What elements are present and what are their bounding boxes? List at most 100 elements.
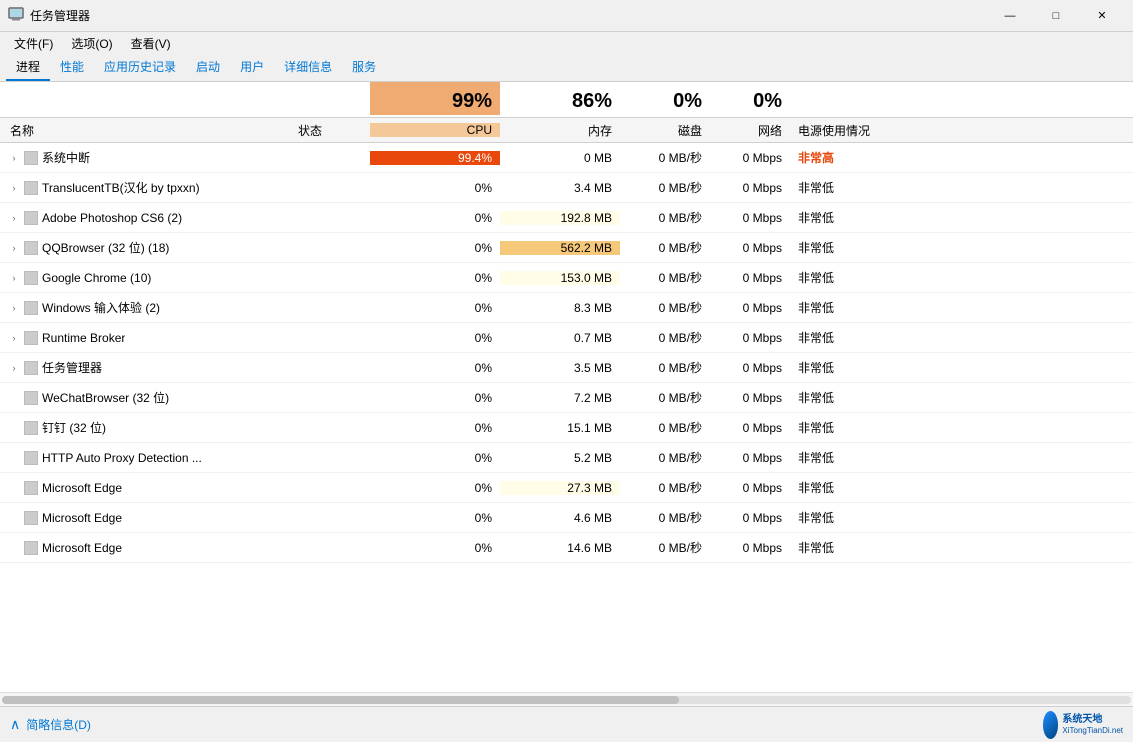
col-header-network[interactable]: 网络 xyxy=(710,122,790,139)
tab-startup[interactable]: 启动 xyxy=(186,54,230,81)
table-row[interactable]: › Google Chrome (10) 0% 153.0 MB 0 MB/秒 … xyxy=(0,263,1133,293)
table-row[interactable]: WeChatBrowser (32 位) 0% 7.2 MB 0 MB/秒 0 … xyxy=(0,383,1133,413)
table-row[interactable]: › Windows 输入体验 (2) 0% 8.3 MB 0 MB/秒 0 Mb… xyxy=(0,293,1133,323)
tab-app-history[interactable]: 应用历史记录 xyxy=(94,54,186,81)
col-header-disk[interactable]: 磁盘 xyxy=(620,122,710,139)
table-row[interactable]: › 任务管理器 0% 3.5 MB 0 MB/秒 0 Mbps 非常低 xyxy=(0,353,1133,383)
table-row[interactable]: Microsoft Edge 0% 27.3 MB 0 MB/秒 0 Mbps … xyxy=(0,473,1133,503)
process-power: 非常低 xyxy=(790,539,910,556)
table-row[interactable]: › Runtime Broker 0% 0.7 MB 0 MB/秒 0 Mbps… xyxy=(0,323,1133,353)
process-network: 0 Mbps xyxy=(710,511,790,525)
process-network: 0 Mbps xyxy=(710,301,790,315)
tab-details[interactable]: 详细信息 xyxy=(274,54,342,81)
col-cpu-pct[interactable]: 99% xyxy=(370,82,500,115)
process-cpu: 99.4% xyxy=(370,151,500,165)
horizontal-scrollbar[interactable] xyxy=(0,692,1133,706)
col-cpu-label: CPU xyxy=(467,123,492,137)
process-network: 0 Mbps xyxy=(710,271,790,285)
process-name: › Runtime Broker xyxy=(0,331,290,345)
expand-icon[interactable]: › xyxy=(8,272,20,284)
menu-options[interactable]: 选项(O) xyxy=(63,33,120,54)
process-icon xyxy=(24,361,38,375)
process-name: › QQBrowser (32 位) (18) xyxy=(0,239,290,256)
process-name-label: Microsoft Edge xyxy=(42,481,122,495)
process-power: 非常低 xyxy=(790,269,910,286)
footer: ∧ 简略信息(D) 系统天地 XiTongTianDi.net xyxy=(0,706,1133,742)
tab-services[interactable]: 服务 xyxy=(342,54,386,81)
expand-icon[interactable]: › xyxy=(8,242,20,254)
process-name: Microsoft Edge xyxy=(0,511,290,525)
process-power: 非常低 xyxy=(790,239,910,256)
table-row[interactable]: › TranslucentTB(汉化 by tpxxn) 0% 3.4 MB 0… xyxy=(0,173,1133,203)
process-memory: 7.2 MB xyxy=(500,391,620,405)
process-table: 99% 86% 0% 0% 名称 xyxy=(0,82,1133,692)
process-cpu: 0% xyxy=(370,301,500,315)
expand-icon[interactable]: › xyxy=(8,212,20,224)
process-memory: 153.0 MB xyxy=(500,271,620,285)
col-memory-label: 内存 xyxy=(588,122,612,139)
col-network-pct[interactable]: 0% xyxy=(710,82,790,115)
close-button[interactable]: ✕ xyxy=(1079,0,1125,32)
process-disk: 0 MB/秒 xyxy=(620,509,710,526)
process-disk: 0 MB/秒 xyxy=(620,299,710,316)
process-disk: 0 MB/秒 xyxy=(620,329,710,346)
expand-icon[interactable]: › xyxy=(8,362,20,374)
expand-icon[interactable]: › xyxy=(8,302,20,314)
footer-toggle[interactable]: ∧ 简略信息(D) xyxy=(10,716,91,733)
expand-icon[interactable]: › xyxy=(8,182,20,194)
window-controls: — □ ✕ xyxy=(987,0,1125,32)
process-cpu: 0% xyxy=(370,511,500,525)
table-row[interactable]: Microsoft Edge 0% 14.6 MB 0 MB/秒 0 Mbps … xyxy=(0,533,1133,563)
col-header-name[interactable]: 名称 xyxy=(0,122,290,139)
process-name-label: HTTP Auto Proxy Detection ... xyxy=(42,451,202,465)
col-disk-pct[interactable]: 0% xyxy=(620,82,710,115)
maximize-button[interactable]: □ xyxy=(1033,0,1079,32)
process-list[interactable]: › 系统中断 99.4% 0 MB 0 MB/秒 0 Mbps 非常高 › Tr… xyxy=(0,143,1133,692)
process-icon xyxy=(24,271,38,285)
process-icon xyxy=(24,211,38,225)
h-scrollbar-thumb[interactable] xyxy=(2,696,679,704)
minimize-button[interactable]: — xyxy=(987,0,1033,32)
process-memory: 3.4 MB xyxy=(500,181,620,195)
h-scrollbar-track xyxy=(2,696,1131,704)
process-power: 非常低 xyxy=(790,419,910,436)
tab-process[interactable]: 进程 xyxy=(6,54,50,81)
table-row[interactable]: Microsoft Edge 0% 4.6 MB 0 MB/秒 0 Mbps 非… xyxy=(0,503,1133,533)
process-memory: 14.6 MB xyxy=(500,541,620,555)
table-row[interactable]: › QQBrowser (32 位) (18) 0% 562.2 MB 0 MB… xyxy=(0,233,1133,263)
tab-users[interactable]: 用户 xyxy=(230,54,274,81)
table-row[interactable]: › 系统中断 99.4% 0 MB 0 MB/秒 0 Mbps 非常高 xyxy=(0,143,1133,173)
process-cpu: 0% xyxy=(370,331,500,345)
process-name-label: Adobe Photoshop CS6 (2) xyxy=(42,211,182,225)
process-power: 非常低 xyxy=(790,449,910,466)
process-name-label: Microsoft Edge xyxy=(42,541,122,555)
process-name: › Google Chrome (10) xyxy=(0,271,290,285)
col-header-memory[interactable]: 内存 xyxy=(500,122,620,139)
tab-performance[interactable]: 性能 xyxy=(50,54,94,81)
table-row[interactable]: › Adobe Photoshop CS6 (2) 0% 192.8 MB 0 … xyxy=(0,203,1133,233)
expand-icon[interactable]: › xyxy=(8,152,20,164)
process-disk: 0 MB/秒 xyxy=(620,149,710,166)
process-icon xyxy=(24,241,38,255)
process-network: 0 Mbps xyxy=(710,541,790,555)
col-header-cpu[interactable]: CPU xyxy=(370,123,500,137)
logo-sub-text: XiTongTianDi.net xyxy=(1062,726,1123,736)
col-header-power[interactable]: 电源使用情况 xyxy=(790,122,910,139)
process-memory: 0 MB xyxy=(500,151,620,165)
menu-file[interactable]: 文件(F) xyxy=(6,33,61,54)
col-header-status[interactable]: 状态 xyxy=(290,122,370,139)
process-name: 钉钉 (32 位) xyxy=(0,419,290,436)
main-content: 99% 86% 0% 0% 名称 xyxy=(0,82,1133,706)
col-network-label: 网络 xyxy=(758,122,782,139)
footer-label: 简略信息(D) xyxy=(26,716,91,733)
process-power: 非常低 xyxy=(790,209,910,226)
table-row[interactable]: HTTP Auto Proxy Detection ... 0% 5.2 MB … xyxy=(0,443,1133,473)
table-row[interactable]: 钉钉 (32 位) 0% 15.1 MB 0 MB/秒 0 Mbps 非常低 xyxy=(0,413,1133,443)
menu-view[interactable]: 查看(V) xyxy=(123,33,179,54)
process-disk: 0 MB/秒 xyxy=(620,479,710,496)
expand-icon[interactable]: › xyxy=(8,332,20,344)
process-network: 0 Mbps xyxy=(710,391,790,405)
col-memory-pct[interactable]: 86% xyxy=(500,82,620,115)
process-network: 0 Mbps xyxy=(710,211,790,225)
process-network: 0 Mbps xyxy=(710,151,790,165)
